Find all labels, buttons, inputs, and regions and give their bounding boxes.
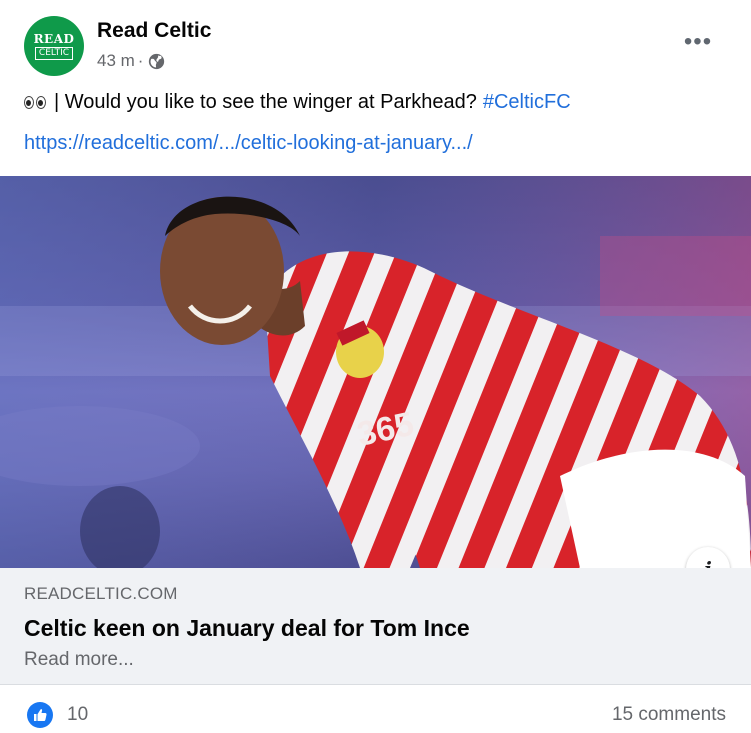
article-url-link[interactable]: https://readceltic.com/.../celtic-lookin… [24, 132, 473, 155]
hashtag-link[interactable]: #CelticFC [483, 91, 571, 114]
post-meta: 43 m · [97, 51, 165, 71]
eye-left [24, 96, 34, 109]
eye-right [36, 96, 46, 109]
page-avatar[interactable]: READ CELTIC [24, 16, 84, 76]
article-image[interactable]: 365 [0, 176, 751, 568]
page-name-link[interactable]: Read Celtic [97, 19, 211, 43]
preview-domain: READCELTIC.COM [24, 584, 178, 603]
reactions-summary[interactable]: 10 [27, 702, 88, 728]
post-text: | Would you like to see the winger at Pa… [24, 91, 571, 114]
more-options-button[interactable]: ••• [677, 26, 719, 58]
post-timestamp[interactable]: 43 m [97, 51, 135, 71]
preview-headline: Celtic keen on January deal for Tom Ince [24, 615, 470, 641]
avatar-logo-bottom: CELTIC [34, 47, 74, 60]
like-icon [27, 702, 53, 728]
globe-icon [148, 53, 165, 70]
preview-read-more: Read more... [24, 649, 134, 670]
link-preview-card[interactable]: READCELTIC.COM Celtic keen on January de… [0, 568, 751, 685]
avatar-logo-top: READ [33, 32, 75, 46]
eyes-icon [24, 96, 46, 109]
meta-separator: · [137, 51, 144, 70]
comments-count-link[interactable]: 15 comments [612, 704, 726, 726]
facebook-post: READ CELTIC Read Celtic 43 m · ••• | Wou… [0, 0, 751, 733]
like-count: 10 [67, 704, 89, 725]
post-message: | Would you like to see the winger at Pa… [54, 91, 477, 113]
